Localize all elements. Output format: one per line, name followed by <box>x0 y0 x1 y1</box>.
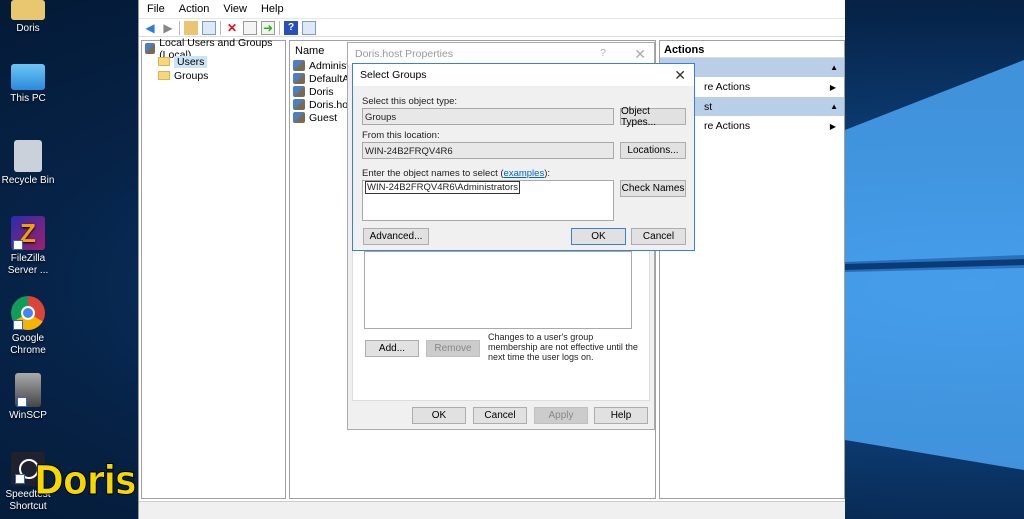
cancel-button[interactable]: Cancel <box>631 228 686 245</box>
tree-item-groups[interactable]: Groups <box>142 69 285 82</box>
desktop-icon-this-pc[interactable]: This PC <box>0 64 56 105</box>
ok-button[interactable]: OK <box>412 407 466 424</box>
close-icon[interactable]: ✕ <box>674 67 686 84</box>
help-button[interactable]: ? <box>600 47 606 59</box>
help-icon[interactable]: ? <box>284 20 298 35</box>
user-icon <box>293 99 305 110</box>
add-button[interactable]: Add... <box>365 340 419 357</box>
check-names-button[interactable]: Check Names <box>620 180 686 197</box>
desktop-icon-chrome[interactable]: Google Chrome <box>0 296 56 357</box>
user-icon <box>293 73 305 84</box>
user-icon <box>293 60 305 71</box>
status-bar <box>139 501 845 519</box>
object-type-label: Select this object type: <box>362 96 458 107</box>
desktop-icon-doris[interactable]: Doris <box>0 0 56 35</box>
export-icon[interactable]: ➜ <box>261 20 275 35</box>
toolbar: ◀ ▶ ✕ ➜ ? <box>139 18 845 37</box>
remove-button[interactable]: Remove <box>426 340 480 357</box>
actions-header: Actions <box>660 41 844 58</box>
collapse-icon: ▲ <box>830 102 838 111</box>
chevron-right-icon: ▶ <box>829 82 836 92</box>
show-hide-tree-icon[interactable] <box>202 20 216 35</box>
divider <box>220 20 221 35</box>
brand-watermark: Doris <box>34 458 137 505</box>
folder-icon <box>158 57 170 66</box>
chrome-icon <box>11 296 45 330</box>
select-groups-title-bar: Select Groups ✕ <box>353 64 694 86</box>
menu-view[interactable]: View <box>223 3 247 15</box>
folder-icon <box>158 71 170 80</box>
properties-icon[interactable] <box>243 20 257 35</box>
divider <box>279 20 280 35</box>
member-of-list[interactable] <box>364 251 632 329</box>
membership-note: Changes to a user's group membership are… <box>488 332 638 362</box>
menu-file[interactable]: File <box>147 3 165 15</box>
examples-link[interactable]: examples <box>504 168 545 179</box>
location-field: WIN-24B2FRQV4R6 <box>362 142 614 159</box>
location-label: From this location: <box>362 130 440 141</box>
tree-root[interactable]: Local Users and Groups (Local) <box>142 37 285 61</box>
object-type-field: Groups <box>362 108 614 125</box>
cancel-button[interactable]: Cancel <box>473 407 527 424</box>
properties-title-bar: Doris.host Properties ? ✕ <box>348 43 654 65</box>
object-types-button[interactable]: Object Types... <box>620 106 686 128</box>
back-icon[interactable]: ◀ <box>143 21 157 35</box>
filezilla-icon: Z <box>11 216 45 250</box>
help-button[interactable]: Help <box>594 407 648 424</box>
recycle-bin-icon <box>14 140 42 172</box>
locations-button[interactable]: Locations... <box>620 142 686 159</box>
users-groups-icon <box>145 43 156 54</box>
collapse-icon: ▲ <box>830 63 838 72</box>
windows-logo <box>845 60 1024 470</box>
user-folder-icon <box>11 0 45 20</box>
divider <box>179 20 180 35</box>
desktop-icon-recycle-bin[interactable]: Recycle Bin <box>0 140 56 187</box>
object-names-label: Enter the object names to select (exampl… <box>362 168 551 179</box>
user-icon <box>293 86 305 97</box>
menu-bar: File Action View Help <box>139 0 845 17</box>
menu-action[interactable]: Action <box>179 3 210 15</box>
chevron-right-icon: ▶ <box>829 121 836 131</box>
user-icon <box>293 112 305 123</box>
forward-icon[interactable]: ▶ <box>161 21 175 35</box>
winscp-icon <box>15 373 41 407</box>
up-folder-icon[interactable] <box>184 20 198 35</box>
ok-button[interactable]: OK <box>571 228 626 245</box>
desktop-icon-filezilla[interactable]: Z FileZilla Server ... <box>0 216 56 277</box>
apply-button[interactable]: Apply <box>534 407 588 424</box>
delete-icon[interactable]: ✕ <box>225 21 239 35</box>
tree-pane: Local Users and Groups (Local) Users Gro… <box>141 37 286 499</box>
close-icon[interactable]: ✕ <box>634 46 646 63</box>
object-names-input[interactable]: WIN-24B2FRQV4R6\Administrators <box>362 180 614 221</box>
advanced-button[interactable]: Advanced... <box>363 228 429 245</box>
computer-icon <box>11 64 45 90</box>
desktop-icon-winscp[interactable]: WinSCP <box>0 373 56 422</box>
menu-help[interactable]: Help <box>261 3 284 15</box>
select-groups-dialog: Select Groups ✕ Select this object type: … <box>352 63 695 251</box>
action-pane-icon[interactable] <box>302 20 316 35</box>
